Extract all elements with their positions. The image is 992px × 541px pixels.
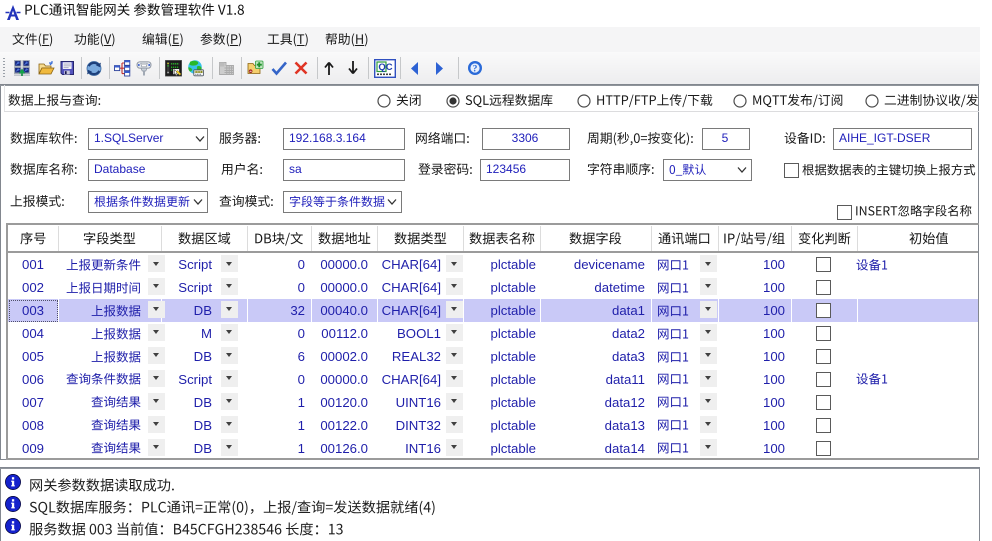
svg-text:QC: QC: [378, 62, 392, 73]
svg-text:?: ?: [473, 64, 478, 74]
